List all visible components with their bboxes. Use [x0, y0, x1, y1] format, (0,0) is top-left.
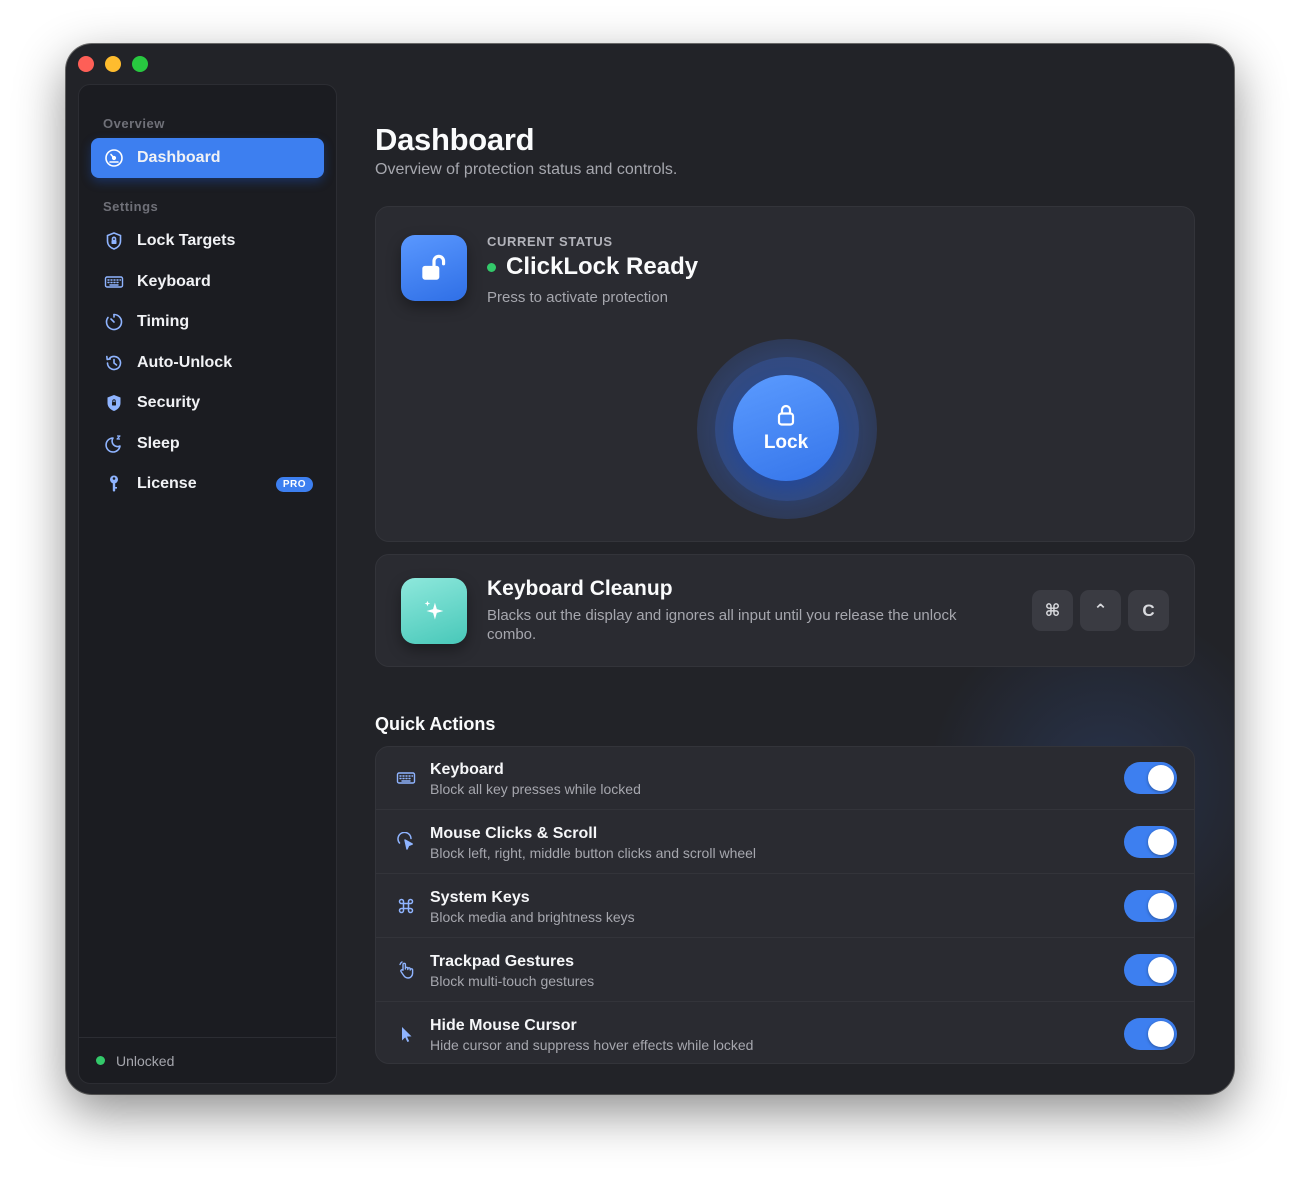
- quick-action-name: Trackpad Gestures: [430, 953, 575, 970]
- hide-cursor-toggle[interactable]: [1124, 1018, 1177, 1050]
- command-icon: [395, 895, 417, 917]
- trackpad-gestures-toggle[interactable]: [1124, 954, 1177, 986]
- sidebar-item-lock-targets[interactable]: Lock Targets: [91, 221, 324, 261]
- minimize-window-button[interactable]: [105, 56, 121, 72]
- sidebar-item-label: Dashboard: [137, 149, 221, 166]
- cursor-arrow-icon: [395, 1023, 417, 1045]
- quick-actions-list: Keyboard Block all key presses while loc…: [375, 746, 1195, 1064]
- ready-dot: [487, 262, 496, 272]
- quick-actions-title: Quick Actions: [375, 714, 496, 734]
- sidebar-item-label: License: [137, 475, 197, 492]
- lock-button-label: Lock: [763, 432, 809, 453]
- padlock-icon: [777, 404, 795, 426]
- keyboard-cleanup-title: Keyboard Cleanup: [487, 577, 673, 600]
- unlock-combo-keys: ⌘ ⌃ C: [1032, 590, 1169, 631]
- page-subtitle: Overview of protection status and contro…: [375, 161, 678, 178]
- key-c: C: [1128, 590, 1169, 631]
- sidebar-footer-status: Unlocked: [79, 1037, 336, 1083]
- sidebar-item-keyboard[interactable]: Keyboard: [91, 262, 324, 302]
- sidebar-item-license[interactable]: License PRO: [91, 464, 324, 504]
- system-keys-toggle[interactable]: [1124, 890, 1177, 922]
- lock-state-text: Unlocked: [116, 1052, 175, 1069]
- status-card: CURRENT STATUS ClickLock Ready Press to …: [375, 206, 1195, 542]
- sparkles-icon: [401, 578, 467, 644]
- quick-action-row-mouse-clicks: Mouse Clicks & Scroll Block left, right,…: [376, 811, 1194, 874]
- quick-action-name: Hide Mouse Cursor: [430, 1017, 577, 1034]
- toggle-knob: [1148, 829, 1174, 855]
- app-window: Overview Dashboard Settings Lock Targets…: [66, 44, 1234, 1094]
- pro-badge: PRO: [275, 476, 313, 492]
- sidebar-section-overview: Overview: [103, 116, 165, 131]
- toggle-knob: [1148, 957, 1174, 983]
- sidebar-item-security[interactable]: Security: [91, 383, 324, 423]
- sidebar-item-dashboard[interactable]: Dashboard: [91, 138, 324, 178]
- sidebar-item-label: Timing: [137, 313, 190, 330]
- window-controls: [78, 56, 148, 72]
- status-label: CURRENT STATUS: [487, 234, 613, 249]
- main-content: Dashboard Overview of protection status …: [375, 44, 1195, 1094]
- zoom-window-button[interactable]: [132, 56, 148, 72]
- toggle-knob: [1148, 1021, 1174, 1047]
- shield-lock-icon: [103, 230, 125, 252]
- sidebar-item-label: Keyboard: [137, 273, 211, 290]
- sidebar-item-sleep[interactable]: Sleep: [91, 424, 324, 464]
- quick-action-description: Block all key presses while locked: [430, 781, 641, 797]
- unlocked-padlock-icon: [401, 235, 467, 301]
- quick-action-description: Block media and brightness keys: [430, 909, 635, 925]
- key-command: ⌘: [1032, 590, 1073, 631]
- history-icon: [103, 352, 125, 374]
- keyboard-cleanup-description: Blacks out the display and ignores all i…: [487, 607, 957, 643]
- toggle-knob: [1148, 893, 1174, 919]
- sidebar-item-timing[interactable]: Timing: [91, 302, 324, 342]
- key-icon: [103, 473, 125, 495]
- sidebar-item-label: Sleep: [137, 435, 180, 452]
- sidebar: Overview Dashboard Settings Lock Targets…: [78, 84, 337, 1084]
- quick-action-row-keyboard: Keyboard Block all key presses while loc…: [376, 747, 1194, 810]
- status-dot: [96, 1056, 105, 1065]
- quick-action-description: Block multi-touch gestures: [430, 973, 595, 989]
- key-control: ⌃: [1080, 590, 1121, 631]
- quick-action-row-trackpad-gestures: Trackpad Gestures Block multi-touch gest…: [376, 939, 1194, 1002]
- close-window-button[interactable]: [78, 56, 94, 72]
- lock-button[interactable]: Lock: [733, 375, 839, 481]
- status-title-text: ClickLock Ready: [506, 253, 699, 280]
- sidebar-item-label: Security: [137, 394, 201, 411]
- sidebar-item-label: Lock Targets: [137, 232, 236, 249]
- mouse-clicks-toggle[interactable]: [1124, 826, 1177, 858]
- sidebar-item-auto-unlock[interactable]: Auto-Unlock: [91, 343, 324, 383]
- keyboard-cleanup-card[interactable]: Keyboard Cleanup Blacks out the display …: [375, 554, 1195, 667]
- status-title: ClickLock Ready: [487, 253, 698, 281]
- quick-action-row-system-keys: System Keys Block media and brightness k…: [376, 875, 1194, 938]
- hand-gesture-icon: [395, 959, 417, 981]
- quick-action-name: Mouse Clicks & Scroll: [430, 825, 598, 842]
- toggle-knob: [1148, 765, 1174, 791]
- sidebar-section-settings: Settings: [103, 199, 159, 214]
- keyboard-icon: [103, 271, 125, 293]
- shield-icon: [103, 392, 125, 414]
- status-subtitle: Press to activate protection: [487, 289, 668, 306]
- quick-action-description: Block left, right, middle button clicks …: [430, 845, 757, 861]
- sidebar-item-label: Auto-Unlock: [137, 354, 233, 371]
- quick-action-name: System Keys: [430, 889, 530, 906]
- keyboard-toggle[interactable]: [1124, 762, 1177, 794]
- timer-icon: [103, 311, 125, 333]
- moon-icon: [103, 433, 125, 455]
- quick-action-row-hide-cursor: Hide Mouse Cursor Hide cursor and suppre…: [376, 1003, 1194, 1063]
- quick-action-name: Keyboard: [430, 761, 504, 778]
- keyboard-icon: [395, 767, 417, 789]
- gauge-icon: [103, 147, 125, 169]
- page-title: Dashboard: [375, 122, 535, 157]
- cursor-click-icon: [395, 831, 417, 853]
- quick-action-description: Hide cursor and suppress hover effects w…: [430, 1037, 754, 1053]
